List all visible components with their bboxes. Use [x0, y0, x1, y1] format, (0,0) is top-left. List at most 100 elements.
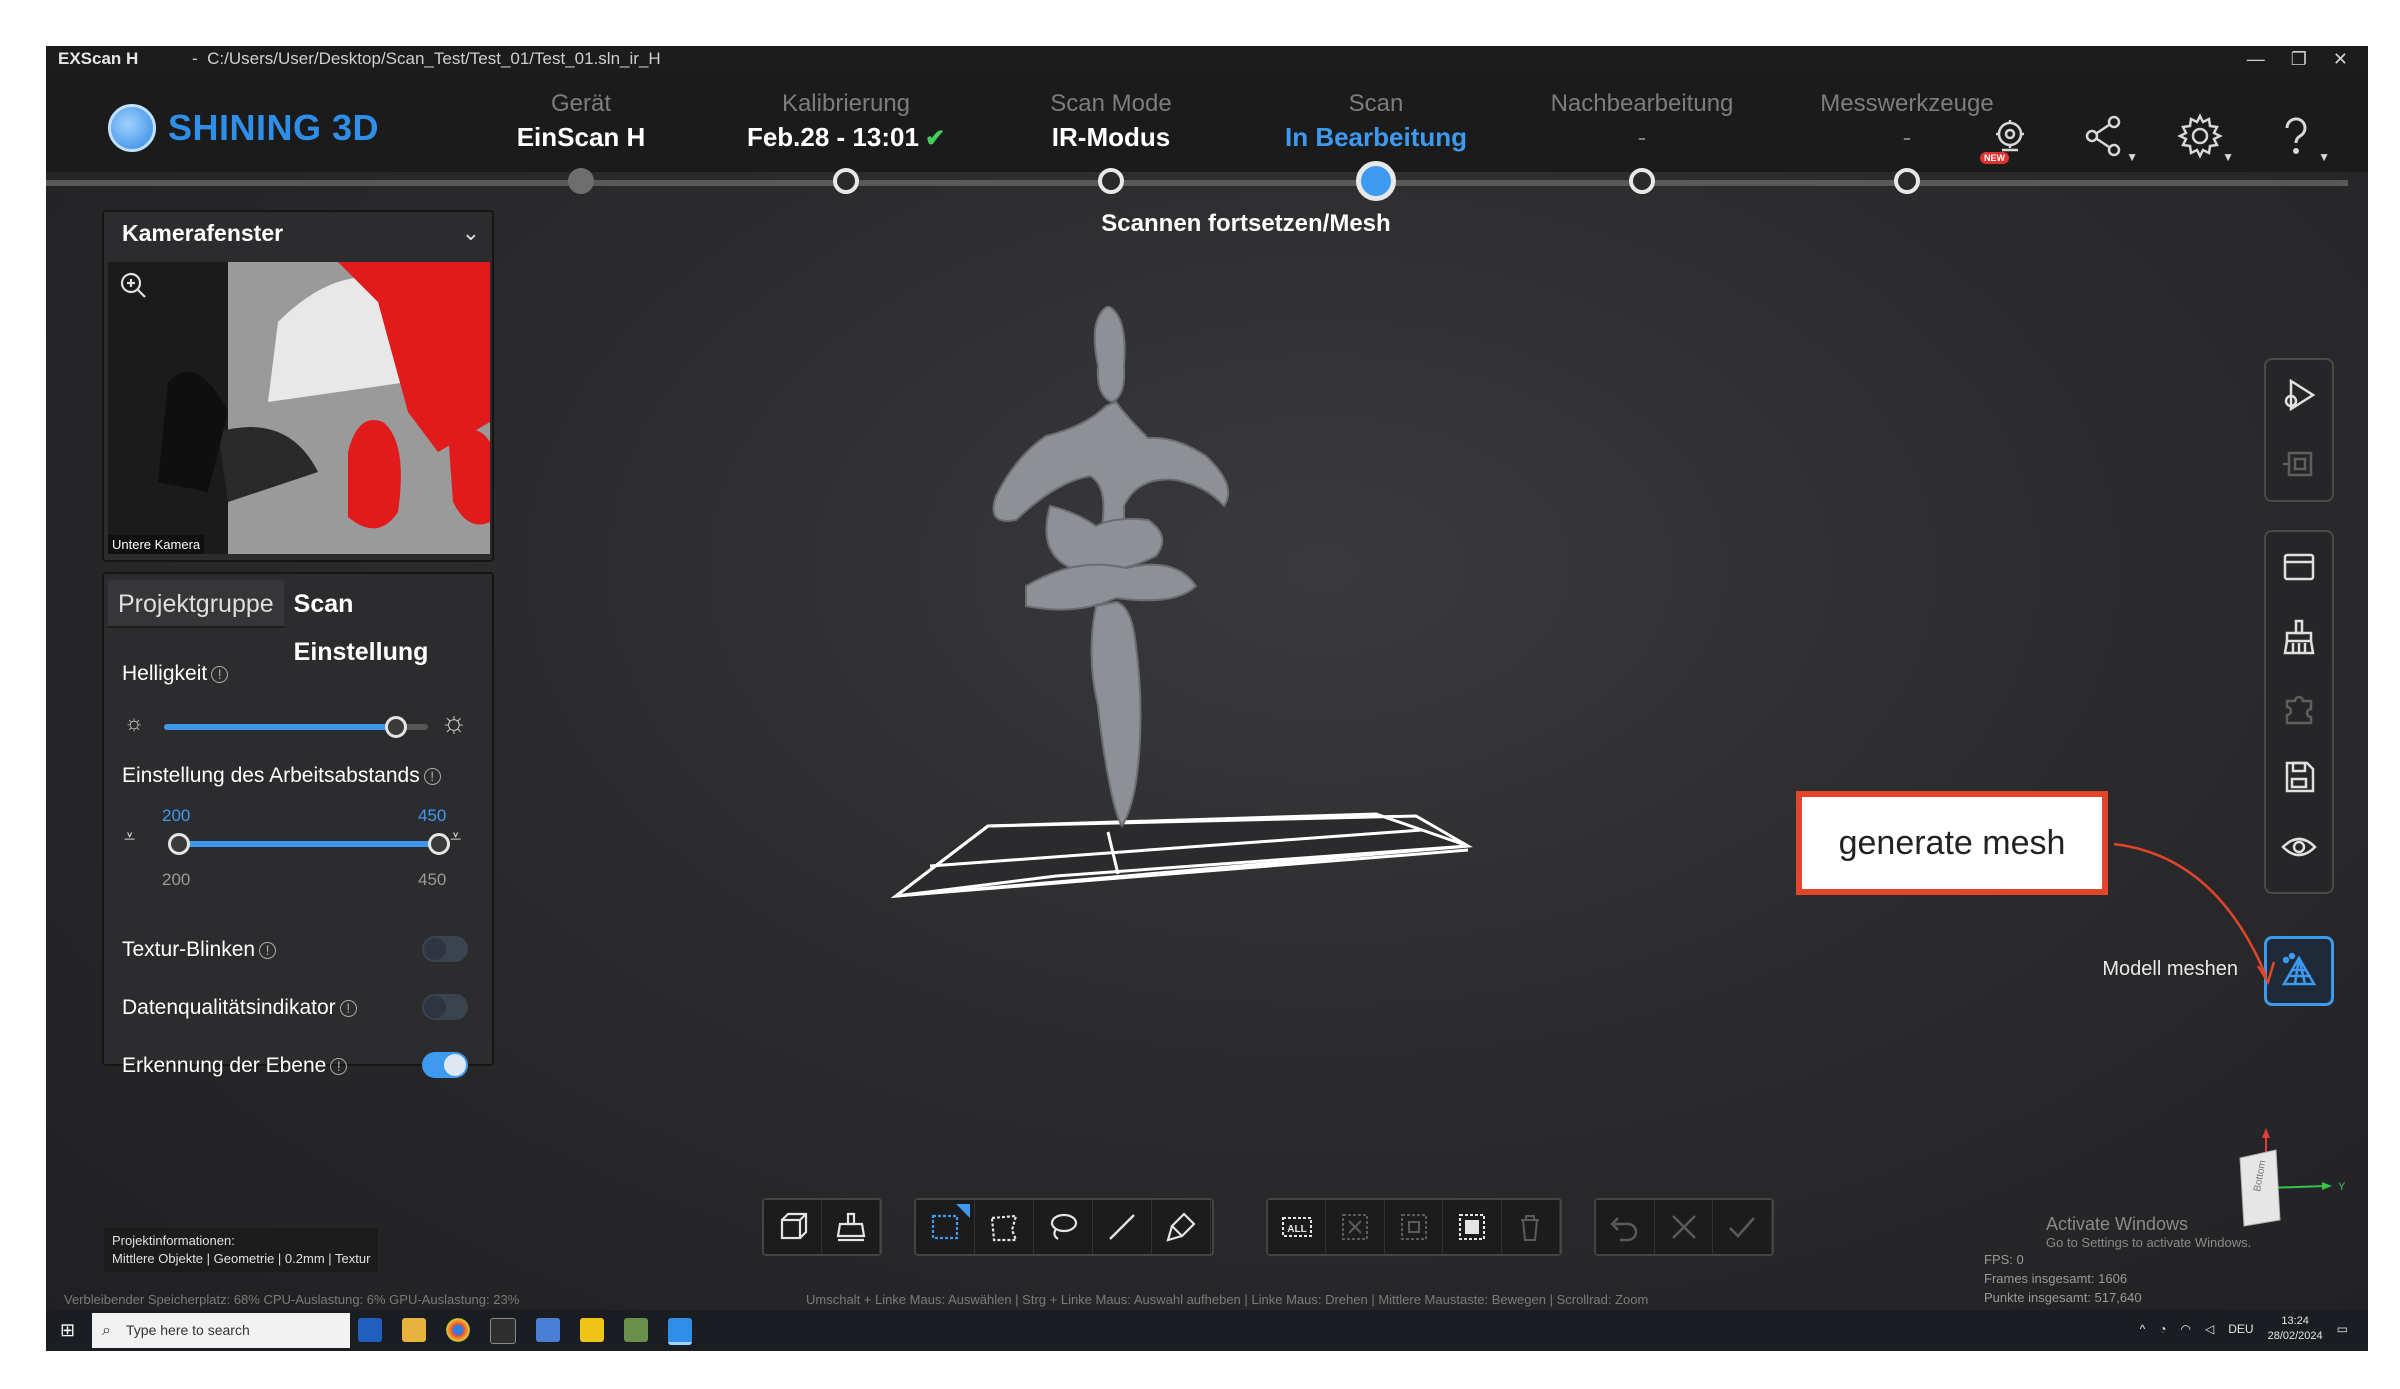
- search-icon: ⌕: [102, 1322, 111, 1339]
- minimize-button[interactable]: —: [2247, 46, 2265, 72]
- media-icon[interactable]: [536, 1318, 560, 1342]
- 3d-viewport[interactable]: [876, 306, 1656, 1006]
- info-icon[interactable]: !: [259, 941, 277, 959]
- network-icon[interactable]: ◔: [2159, 1322, 2166, 1336]
- distance-near-icon: ⩡: [124, 826, 136, 848]
- step-scan-mode[interactable]: Scan Mode IR-Modus: [991, 88, 1231, 154]
- window-controls: — ❐ ✕: [2247, 46, 2348, 72]
- polygon-select-button[interactable]: [975, 1200, 1034, 1254]
- step-scan[interactable]: Scan In Bearbeitung: [1256, 88, 1496, 154]
- distance-min-handle[interactable]: [168, 833, 190, 855]
- mouse-hints: Umschalt + Linke Maus: Auswählen | Strg …: [806, 1292, 1649, 1307]
- plane-detection-toggle[interactable]: [422, 1052, 468, 1078]
- info-icon[interactable]: !: [423, 767, 441, 785]
- volume-icon[interactable]: ◁: [2205, 1322, 2214, 1336]
- tab-project-group[interactable]: Projektgruppe: [108, 580, 284, 628]
- step-calibration[interactable]: Kalibrierung Feb.28 - 13:01 ✔: [726, 88, 966, 156]
- cleanup-brush-button[interactable]: [2266, 602, 2332, 672]
- notification-icon[interactable]: ▭: [2337, 1322, 2348, 1336]
- language-indicator[interactable]: DEU: [2228, 1322, 2253, 1336]
- window-view-button[interactable]: [2266, 532, 2332, 602]
- brightness-slider-handle[interactable]: [385, 716, 408, 738]
- info-icon[interactable]: !: [339, 999, 357, 1017]
- brush-select-button[interactable]: [1152, 1200, 1211, 1254]
- deselect-button[interactable]: [1326, 1200, 1385, 1254]
- step-scan-subtitle: Scannen fortsetzen/Mesh: [1101, 210, 1391, 237]
- line-select-button[interactable]: [1093, 1200, 1152, 1254]
- fps-readout: FPS: 0: [1984, 1252, 2024, 1267]
- step-node-calibration[interactable]: [833, 168, 859, 194]
- clock[interactable]: 13:24 28/02/2024: [2268, 1314, 2323, 1344]
- help-icon[interactable]: ▼: [2272, 112, 2330, 168]
- play-settings-button[interactable]: [2266, 360, 2332, 430]
- settings-tabs: Projektgruppe Scan Einstellung: [108, 580, 492, 666]
- step-node-scan-mode[interactable]: [1098, 168, 1124, 194]
- orientation-cube[interactable]: Y Bottom: [2216, 1128, 2346, 1238]
- undo-button[interactable]: [1596, 1200, 1655, 1254]
- step-node-post-processing[interactable]: [1629, 168, 1655, 194]
- rect-select-button[interactable]: [916, 1200, 975, 1254]
- data-quality-label: Datenqualitätsindikator!: [122, 996, 357, 1020]
- close-button[interactable]: ✕: [2333, 46, 2348, 72]
- axis-y-arrow: [2322, 1182, 2332, 1190]
- save-button[interactable]: [2266, 742, 2332, 812]
- confirm-button[interactable]: [1713, 1200, 1773, 1254]
- app-icon[interactable]: [624, 1318, 648, 1342]
- puzzle-merge-button[interactable]: [2266, 672, 2332, 742]
- frame-capture-button[interactable]: [2266, 430, 2332, 500]
- shield-icon[interactable]: [580, 1318, 604, 1342]
- frames-total: Frames insgesamt: 1606: [1984, 1271, 2128, 1286]
- step-post-processing[interactable]: Nachbearbeitung -: [1522, 88, 1762, 154]
- restore-button[interactable]: ❐: [2291, 46, 2307, 72]
- data-quality-toggle[interactable]: [422, 994, 468, 1020]
- camera-panel-title: Kamerafenster: [122, 220, 284, 246]
- step-label: Nachbearbeitung: [1550, 90, 1734, 117]
- select-all-button[interactable]: ALL: [1268, 1200, 1327, 1254]
- wifi-icon[interactable]: ◠: [2181, 1322, 2191, 1336]
- working-distance-label: Einstellung des Arbeitsabstands!: [122, 764, 441, 788]
- chevron-down-icon[interactable]: ⌄: [462, 220, 480, 246]
- file-explorer-icon[interactable]: [402, 1318, 426, 1342]
- delete-button[interactable]: [1502, 1200, 1561, 1254]
- powershell-icon[interactable]: [358, 1318, 382, 1342]
- taskbar-search-input[interactable]: ⌕ Type here to search: [92, 1313, 350, 1348]
- info-icon[interactable]: !: [330, 1057, 348, 1075]
- chrome-icon[interactable]: [446, 1318, 470, 1342]
- scanner-button[interactable]: [822, 1200, 880, 1254]
- windows-start-icon[interactable]: ⊞: [60, 1320, 75, 1341]
- annotation-callout: generate mesh: [1796, 791, 2108, 895]
- gear-icon[interactable]: ▼: [2176, 112, 2234, 168]
- step-value: -: [1637, 122, 1647, 152]
- terminal-icon[interactable]: [490, 1318, 516, 1344]
- lasso-select-button[interactable]: [1034, 1200, 1093, 1254]
- invert-select-button[interactable]: [1385, 1200, 1444, 1254]
- step-device[interactable]: Gerät EinScan H: [461, 88, 701, 154]
- zoom-in-icon[interactable]: [118, 270, 148, 305]
- texture-blink-toggle[interactable]: [422, 936, 468, 962]
- scan-point-cloud: [992, 306, 1230, 828]
- connected-select-button[interactable]: [1443, 1200, 1502, 1254]
- tab-scan-settings[interactable]: Scan Einstellung: [284, 580, 492, 666]
- confirm-toolbar: [1594, 1198, 1774, 1256]
- camera-view: Untere Kamera: [108, 262, 490, 554]
- cancel-button[interactable]: [1655, 1200, 1714, 1254]
- step-value: In Bearbeitung: [1284, 122, 1467, 152]
- share-icon[interactable]: ▼: [2080, 112, 2138, 168]
- distance-max-handle[interactable]: [428, 833, 450, 855]
- svg-text:ALL: ALL: [1287, 1224, 1306, 1235]
- brightness-high-icon: ☼: [440, 706, 468, 739]
- window-path: - C:/Users/User/Desktop/Scan_Test/Test_0…: [192, 49, 661, 68]
- brand-logo-icon: [108, 104, 156, 152]
- toggle-knob: [444, 1054, 466, 1076]
- exscan-taskbar-icon[interactable]: [668, 1318, 692, 1345]
- info-icon[interactable]: !: [211, 665, 229, 683]
- step-node-measure-tools[interactable]: [1894, 168, 1920, 194]
- step-node-device[interactable]: [568, 168, 594, 194]
- new-feature-icon[interactable]: NEW: [1980, 112, 2040, 168]
- annotation-arrow: [2113, 842, 2276, 986]
- step-label: Scan Mode: [1050, 90, 1172, 117]
- points-total: Punkte insgesamt: 517,640: [1984, 1290, 2142, 1305]
- view-cube-button[interactable]: [764, 1200, 822, 1254]
- step-node-scan[interactable]: [1356, 161, 1396, 201]
- chevron-up-icon[interactable]: ^: [2140, 1322, 2146, 1336]
